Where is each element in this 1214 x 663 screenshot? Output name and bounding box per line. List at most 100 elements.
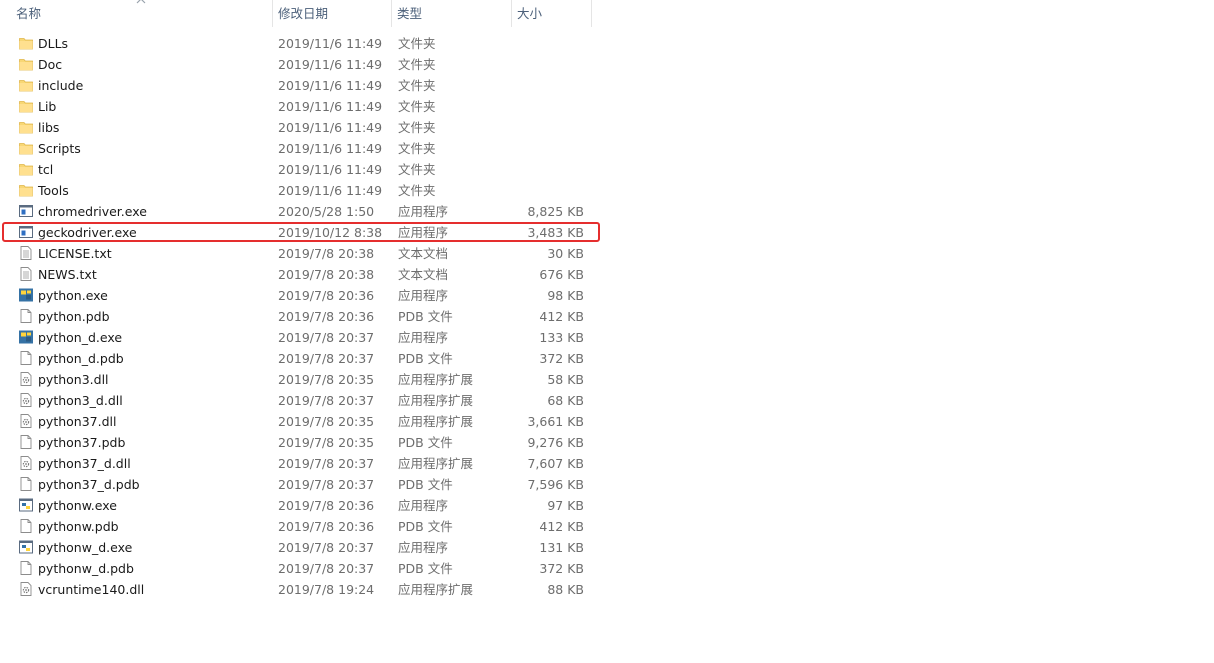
file-row[interactable]: Doc 2019/11/6 11:49 文件夹 — [0, 54, 600, 75]
file-type: PDB 文件 — [398, 561, 453, 576]
file-date-modified: 2019/7/8 20:35 — [278, 414, 375, 429]
column-header-size[interactable]: 大小 — [511, 0, 591, 27]
file-type: 文件夹 — [398, 162, 436, 177]
file-type: 应用程序扩展 — [398, 582, 474, 597]
file-type: 文件夹 — [398, 36, 436, 51]
column-divider[interactable] — [591, 0, 592, 27]
folder-icon — [18, 98, 34, 114]
file-row[interactable]: libs 2019/11/6 11:49 文件夹 — [0, 117, 600, 138]
file-row[interactable]: python.pdb 2019/7/8 20:36 PDB 文件 412 KB — [0, 306, 600, 327]
python-icon — [18, 329, 34, 345]
file-row[interactable]: DLLs 2019/11/6 11:49 文件夹 — [0, 33, 600, 54]
file-type: 应用程序 — [398, 498, 449, 513]
blank-file-icon — [18, 350, 34, 366]
file-date-modified: 2020/5/28 1:50 — [278, 204, 375, 219]
file-row[interactable]: pythonw_d.exe 2019/7/8 20:37 应用程序 131 KB — [0, 537, 600, 558]
file-size: 412 KB — [539, 519, 584, 534]
column-header-date[interactable]: 修改日期 — [272, 0, 392, 27]
file-row[interactable]: vcruntime140.dll 2019/7/8 19:24 应用程序扩展 88 K… — [0, 579, 600, 600]
folder-icon — [18, 77, 34, 93]
file-size: 88 KB — [547, 582, 584, 597]
file-size: 58 KB — [547, 372, 584, 387]
file-size: 8,825 KB — [527, 204, 584, 219]
file-name: Lib — [38, 99, 57, 114]
file-date-modified: 2019/7/8 20:37 — [278, 456, 375, 471]
file-row[interactable]: Tools 2019/11/6 11:49 文件夹 — [0, 180, 600, 201]
file-row[interactable]: LICENSE.txt 2019/7/8 20:38 文本文档 30 KB — [0, 243, 600, 264]
file-row[interactable]: python37_d.pdb 2019/7/8 20:37 PDB 文件 7,596 … — [0, 474, 600, 495]
file-row[interactable]: python_d.pdb 2019/7/8 20:37 PDB 文件 372 KB — [0, 348, 600, 369]
file-name: python_d.exe — [38, 330, 123, 345]
file-row[interactable]: chromedriver.exe 2020/5/28 1:50 应用程序 8,825 … — [0, 201, 600, 222]
python-icon — [18, 287, 34, 303]
dll-icon — [18, 392, 34, 408]
file-row[interactable]: pythonw_d.pdb 2019/7/8 20:37 PDB 文件 372 KB — [0, 558, 600, 579]
file-date-modified: 2019/7/8 20:36 — [278, 288, 375, 303]
folder-icon — [18, 182, 34, 198]
file-date-modified: 2019/11/6 11:49 — [278, 36, 383, 51]
file-size: 131 KB — [539, 540, 584, 555]
pythonw-icon — [18, 497, 34, 513]
file-date-modified: 2019/11/6 11:49 — [278, 141, 383, 156]
file-type: 应用程序扩展 — [398, 372, 474, 387]
file-name: python37.dll — [38, 414, 117, 429]
file-name: python3_d.dll — [38, 393, 123, 408]
file-name: pythonw.exe — [38, 498, 117, 513]
file-row[interactable]: python37.dll 2019/7/8 20:35 应用程序扩展 3,661 KB — [0, 411, 600, 432]
file-row[interactable]: pythonw.pdb 2019/7/8 20:36 PDB 文件 412 KB — [0, 516, 600, 537]
dll-icon — [18, 413, 34, 429]
file-name: python3.dll — [38, 372, 109, 387]
file-row[interactable]: tcl 2019/11/6 11:49 文件夹 — [0, 159, 600, 180]
file-type: 文件夹 — [398, 183, 436, 198]
file-row[interactable]: python37.pdb 2019/7/8 20:35 PDB 文件 9,276 KB — [0, 432, 600, 453]
file-name: chromedriver.exe — [38, 204, 147, 219]
file-size: 133 KB — [539, 330, 584, 345]
blank-file-icon — [18, 560, 34, 576]
file-date-modified: 2019/7/8 20:36 — [278, 309, 375, 324]
file-name: Tools — [38, 183, 69, 198]
file-row[interactable]: include 2019/11/6 11:49 文件夹 — [0, 75, 600, 96]
file-type: 文件夹 — [398, 141, 436, 156]
column-header-name[interactable]: 名称 — [10, 0, 272, 27]
file-type: 应用程序 — [398, 204, 449, 219]
file-name: python37_d.pdb — [38, 477, 140, 492]
folder-icon — [18, 140, 34, 156]
file-name: tcl — [38, 162, 54, 177]
file-type: 应用程序 — [398, 540, 449, 555]
file-type: 应用程序扩展 — [398, 393, 474, 408]
file-type: 文件夹 — [398, 57, 436, 72]
file-name: DLLs — [38, 36, 69, 51]
file-date-modified: 2019/7/8 20:36 — [278, 498, 375, 513]
file-type: 文本文档 — [398, 246, 449, 261]
file-name: libs — [38, 120, 60, 135]
file-row[interactable]: python3_d.dll 2019/7/8 20:37 应用程序扩展 68 KB — [0, 390, 600, 411]
file-row[interactable]: Scripts 2019/11/6 11:49 文件夹 — [0, 138, 600, 159]
file-name: pythonw_d.exe — [38, 540, 133, 555]
dll-icon — [18, 581, 34, 597]
file-row[interactable]: pythonw.exe 2019/7/8 20:36 应用程序 97 KB — [0, 495, 600, 516]
file-type: 应用程序 — [398, 330, 449, 345]
file-name: python_d.pdb — [38, 351, 124, 366]
column-header-type[interactable]: 类型 — [391, 0, 511, 27]
file-date-modified: 2019/11/6 11:49 — [278, 78, 383, 93]
file-date-modified: 2019/7/8 20:37 — [278, 477, 375, 492]
file-date-modified: 2019/7/8 20:37 — [278, 393, 375, 408]
file-row[interactable]: Lib 2019/11/6 11:49 文件夹 — [0, 96, 600, 117]
file-name: Scripts — [38, 141, 81, 156]
file-row[interactable]: python37_d.dll 2019/7/8 20:37 应用程序扩展 7,607 … — [0, 453, 600, 474]
file-type: 文本文档 — [398, 267, 449, 282]
file-date-modified: 2019/11/6 11:49 — [278, 57, 383, 72]
file-type: 应用程序扩展 — [398, 414, 474, 429]
file-row[interactable]: NEWS.txt 2019/7/8 20:38 文本文档 676 KB — [0, 264, 600, 285]
file-size: 97 KB — [547, 498, 584, 513]
folder-icon — [18, 35, 34, 51]
file-row[interactable]: python_d.exe 2019/7/8 20:37 应用程序 133 KB — [0, 327, 600, 348]
file-size: 98 KB — [547, 288, 584, 303]
file-name: python37_d.dll — [38, 456, 131, 471]
folder-icon — [18, 56, 34, 72]
text-file-icon — [18, 245, 34, 261]
folder-icon — [18, 119, 34, 135]
file-row[interactable]: python3.dll 2019/7/8 20:35 应用程序扩展 58 KB — [0, 369, 600, 390]
file-row[interactable]: python.exe 2019/7/8 20:36 应用程序 98 KB — [0, 285, 600, 306]
file-date-modified: 2019/7/8 20:37 — [278, 330, 375, 345]
